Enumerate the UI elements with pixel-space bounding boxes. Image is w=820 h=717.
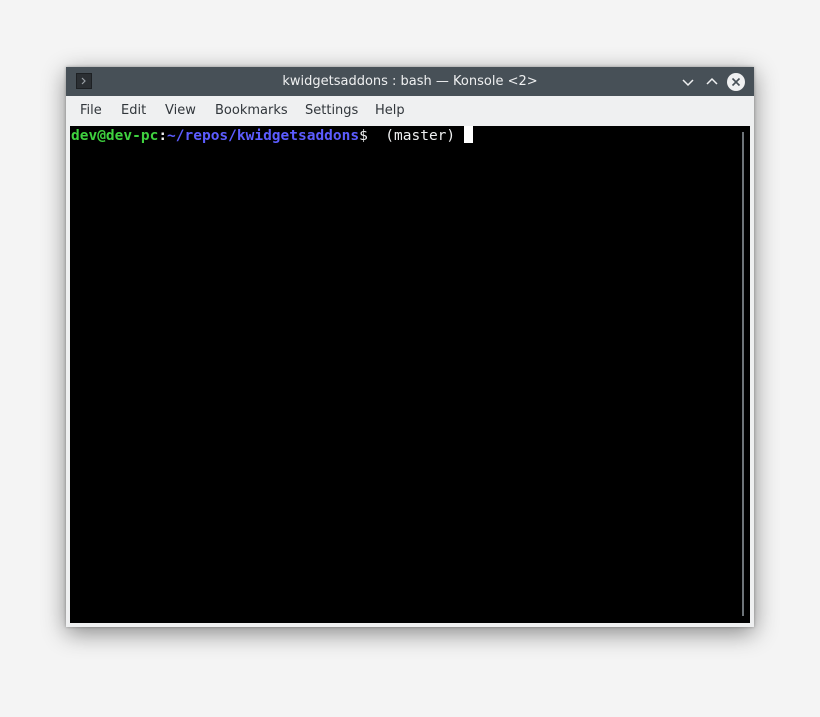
menu-bar: File Edit View Bookmarks Settings Help bbox=[66, 96, 754, 126]
menu-bookmarks[interactable]: Bookmarks bbox=[215, 96, 288, 126]
close-button[interactable] bbox=[726, 72, 746, 92]
minimize-button[interactable] bbox=[678, 72, 698, 92]
maximize-button[interactable] bbox=[702, 72, 722, 92]
prompt-separator: : bbox=[158, 128, 168, 144]
close-icon bbox=[731, 77, 741, 87]
menu-view[interactable]: View bbox=[165, 96, 196, 126]
prompt-path: ~/repos/kwidgetsaddons bbox=[167, 128, 360, 144]
title-bar[interactable]: kwidgetsaddons : bash — Konsole <2> bbox=[66, 67, 754, 96]
menu-settings[interactable]: Settings bbox=[305, 96, 358, 126]
terminal-scrollbar[interactable] bbox=[742, 132, 744, 616]
chevron-down-icon bbox=[682, 79, 694, 87]
window-title: kwidgetsaddons : bash — Konsole <2> bbox=[282, 74, 538, 89]
menu-help[interactable]: Help bbox=[375, 96, 405, 126]
menu-file[interactable]: File bbox=[80, 96, 102, 126]
chevron-up-icon bbox=[706, 77, 718, 85]
git-branch: (master) bbox=[376, 128, 464, 144]
prompt-symbol: $ bbox=[359, 128, 368, 144]
prompt-line: dev@dev-pc:~/repos/kwidgetsaddons$ (mast… bbox=[71, 126, 473, 146]
menu-edit[interactable]: Edit bbox=[121, 96, 146, 126]
prompt-user-host: dev@dev-pc bbox=[71, 128, 159, 144]
terminal-area[interactable]: dev@dev-pc:~/repos/kwidgetsaddons$ (mast… bbox=[70, 126, 750, 623]
konsole-window: kwidgetsaddons : bash — Konsole <2> File… bbox=[66, 67, 754, 627]
text-cursor bbox=[463, 126, 473, 143]
